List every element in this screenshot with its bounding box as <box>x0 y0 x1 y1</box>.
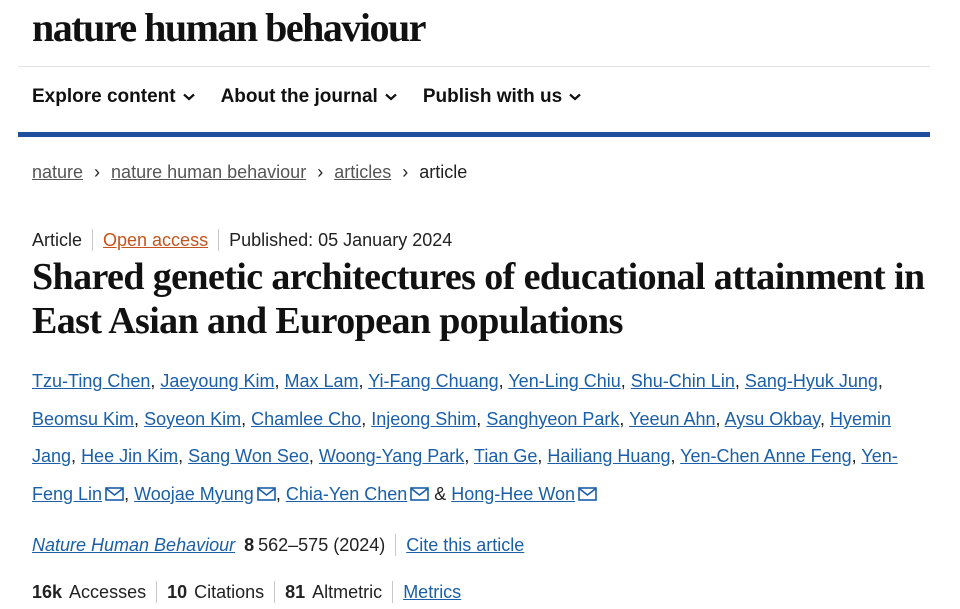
author-link[interactable]: Aysu Okbay <box>725 409 820 429</box>
author-link[interactable]: Sang Won Seo <box>188 446 309 466</box>
author-link[interactable]: Beomsu Kim <box>32 409 134 429</box>
article-title: Shared genetic architectures of educatio… <box>32 256 925 342</box>
chevron-down-icon <box>569 93 581 101</box>
author-link[interactable]: Sang-Hyuk Jung <box>745 371 878 391</box>
nav-publish-with-us[interactable]: Publish with us <box>423 86 581 108</box>
nav-item-label: Publish with us <box>422 86 563 107</box>
author-link[interactable]: Tian Ge <box>474 446 537 466</box>
nav-explore-content[interactable]: Explore content <box>32 86 195 108</box>
accesses-count: 16k <box>32 581 63 602</box>
divider <box>218 229 220 251</box>
author-link[interactable]: Yeeun Ahn <box>629 409 715 429</box>
mail-icon[interactable] <box>105 477 124 515</box>
author-link[interactable]: Shu-Chin Lin <box>631 371 735 391</box>
altmetric-count: 81 <box>285 581 306 602</box>
nav-item-label: Explore content <box>32 86 176 107</box>
author-link[interactable]: Tzu-Ting Chen <box>32 371 150 391</box>
author-link[interactable]: Yen-Ling Chiu <box>508 371 620 391</box>
author-link[interactable]: Jaeyoung Kim <box>160 371 274 391</box>
citations-label: Citations <box>194 581 265 602</box>
author-link[interactable]: Sanghyeon Park <box>486 409 619 429</box>
author-link[interactable]: Hee Jin Kim <box>81 446 178 466</box>
mail-icon[interactable] <box>410 477 430 515</box>
chevron-right-icon: › <box>94 162 101 182</box>
chevron-down-icon <box>182 93 195 101</box>
altmetric-label: Altmetric <box>312 581 383 602</box>
site-logo[interactable]: nature human behaviour <box>32 4 427 51</box>
breadcrumb-link-nature[interactable]: nature <box>32 162 83 183</box>
breadcrumb-link-articles[interactable]: articles <box>334 162 391 183</box>
article-metrics: 16k Accesses 10 Citations 81 Altmetric M… <box>32 581 461 603</box>
open-access-link[interactable]: Open access <box>103 230 208 251</box>
divider <box>274 581 276 603</box>
chevron-right-icon: › <box>402 162 409 182</box>
nav-item-label: About the journal <box>220 86 378 107</box>
author-link[interactable]: Woong-Yang Park <box>319 446 464 466</box>
journal-pages-year: 562–575 (2024) <box>258 534 386 555</box>
author-link[interactable]: Yi-Fang Chuang <box>368 371 498 391</box>
cite-this-article-link[interactable]: Cite this article <box>406 535 524 556</box>
journal-volume: 8 <box>244 534 255 555</box>
main-nav: Explore content About the journal Publis… <box>32 86 581 108</box>
article-type: Article <box>32 229 83 250</box>
breadcrumb: nature › nature human behaviour › articl… <box>32 162 467 183</box>
author-list: Tzu-Ting Chen, Jaeyoung Kim, Max Lam, Yi… <box>32 363 937 514</box>
author-link[interactable]: Chia-Yen Chen <box>286 484 407 504</box>
divider <box>395 534 397 556</box>
chevron-right-icon: › <box>317 162 324 182</box>
author-link[interactable]: Max Lam <box>285 371 359 391</box>
header-divider <box>18 66 930 67</box>
chevron-down-icon <box>385 93 397 101</box>
author-link[interactable]: Chamlee Cho <box>251 409 361 429</box>
nav-underline-bar <box>18 132 930 137</box>
citations-count: 10 <box>167 581 188 602</box>
divider <box>392 581 394 603</box>
journal-name-link[interactable]: Nature Human Behaviour <box>32 535 235 556</box>
breadcrumb-link-nature-human-behaviour[interactable]: nature human behaviour <box>111 162 306 183</box>
author-link[interactable]: Yen-Chen Anne Feng <box>680 446 851 466</box>
article-meta: Article Open access Published: 05 Januar… <box>32 229 452 251</box>
journal-citation: Nature Human Behaviour 8 562–575 (2024) … <box>32 534 524 556</box>
author-link[interactable]: Soyeon Kim <box>144 409 241 429</box>
nav-about-the-journal[interactable]: About the journal <box>221 86 397 108</box>
author-link[interactable]: Hong-Hee Won <box>451 484 575 504</box>
author-link[interactable]: Woojae Myung <box>134 484 254 504</box>
breadcrumb-current: article <box>419 162 468 182</box>
mail-icon[interactable] <box>257 477 276 515</box>
divider <box>156 581 158 603</box>
published-date: Published: 05 January 2024 <box>229 229 453 250</box>
author-link[interactable]: Hailiang Huang <box>547 446 670 466</box>
author-link[interactable]: Injeong Shim <box>371 409 476 429</box>
mail-icon[interactable] <box>578 477 597 515</box>
accesses-label: Accesses <box>69 581 147 602</box>
divider <box>92 229 94 251</box>
metrics-link[interactable]: Metrics <box>403 582 461 603</box>
